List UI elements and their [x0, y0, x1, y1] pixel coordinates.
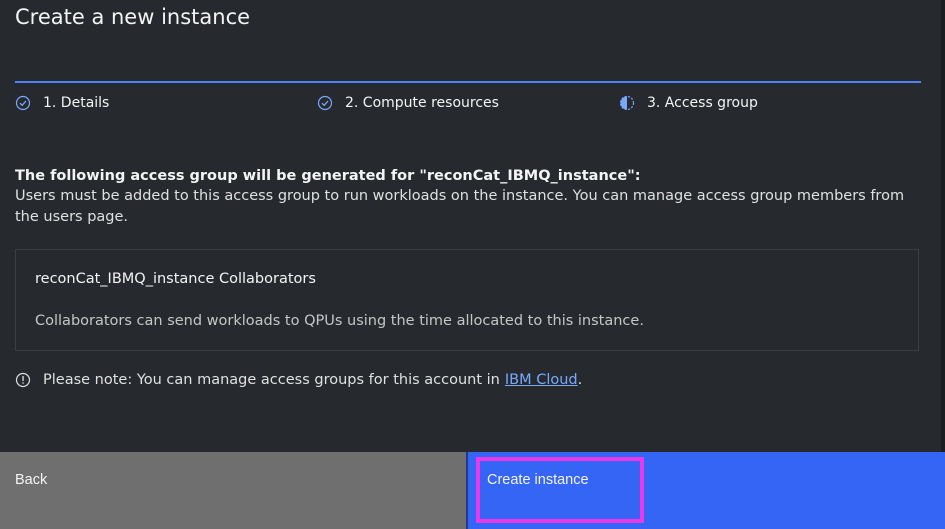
warning-info-icon — [15, 372, 31, 388]
progress-step-compute-resources[interactable]: 2. Compute resources — [317, 93, 499, 113]
access-group-description: Users must be added to this access group… — [15, 188, 905, 225]
footer-divider — [466, 452, 468, 529]
note-suffix: . — [577, 372, 583, 388]
checkmark-outline-icon — [317, 95, 333, 111]
create-instance-modal: Create a new instance 1. Details 2. Comp… — [0, 0, 945, 529]
progress-step-label: 3. Access group — [647, 95, 758, 111]
note-text: Please note: You can manage access group… — [43, 372, 500, 388]
progress-step-label: 2. Compute resources — [345, 95, 499, 111]
modal-title: Create a new instance — [15, 5, 251, 29]
access-group-name: reconCat_IBMQ_instance Collaborators — [35, 271, 316, 287]
access-group-tile-description: Collaborators can send workloads to QPUs… — [35, 313, 644, 329]
create-instance-button[interactable]: Create instance — [467, 452, 945, 529]
progress-indicator: 1. Details 2. Compute resources 3. Acces… — [15, 81, 921, 113]
checkmark-outline-icon — [15, 95, 31, 111]
access-group-tile: reconCat_IBMQ_instance Collaborators Col… — [15, 249, 919, 351]
back-button-label: Back — [15, 472, 48, 488]
access-group-heading: The following access group will be gener… — [15, 168, 641, 184]
progress-step-label: 1. Details — [43, 95, 110, 111]
incomplete-current-icon — [619, 95, 635, 111]
access-group-info: The following access group will be gener… — [15, 166, 925, 228]
scrollbar-track[interactable] — [941, 0, 945, 452]
back-button[interactable]: Back — [0, 452, 467, 529]
progress-step-access-group[interactable]: 3. Access group — [619, 93, 758, 113]
ibm-cloud-link[interactable]: IBM Cloud — [505, 372, 578, 388]
modal-footer: Back Create instance — [0, 452, 945, 529]
progress-step-details[interactable]: 1. Details — [15, 93, 109, 113]
progress-line — [15, 81, 921, 83]
create-instance-button-label: Create instance — [487, 472, 589, 488]
access-group-note: Please note: You can manage access group… — [15, 372, 582, 388]
